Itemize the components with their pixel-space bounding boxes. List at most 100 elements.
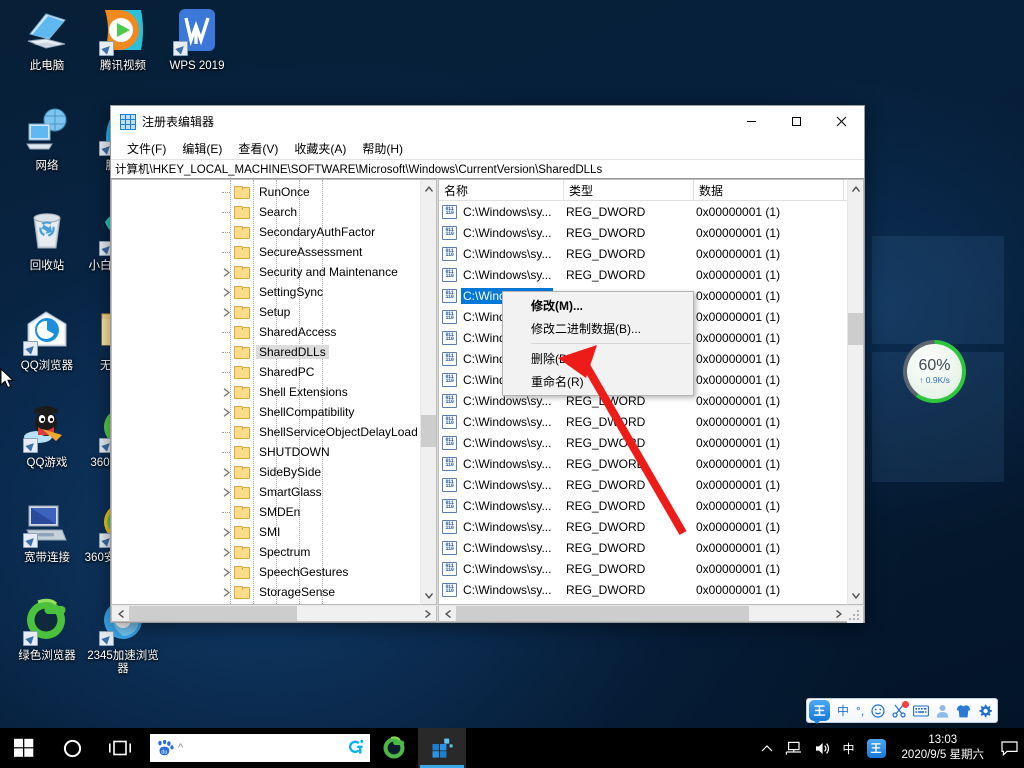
menu-item-4[interactable]: 帮助(H) bbox=[354, 138, 411, 159]
tree-item[interactable]: SharedPC bbox=[112, 362, 420, 382]
network-tray-icon[interactable] bbox=[779, 741, 808, 756]
emoji-icon[interactable] bbox=[871, 704, 885, 718]
user-icon[interactable] bbox=[936, 704, 949, 718]
list-scroll-right-arrow[interactable] bbox=[830, 606, 847, 621]
menu-item-2[interactable]: 查看(V) bbox=[230, 138, 286, 159]
table-row[interactable]: 011110C:\Windows\sy...REG_DWORD0x0000000… bbox=[439, 537, 847, 558]
minimize-button[interactable] bbox=[729, 106, 774, 137]
list-hscroll-track[interactable] bbox=[456, 606, 830, 621]
desktop-icon-broadband-icon[interactable]: 宽带连接 bbox=[8, 500, 86, 565]
tree-item[interactable]: ShellServiceObjectDelayLoad bbox=[112, 422, 420, 442]
tree-item[interactable]: SMDEn bbox=[112, 502, 420, 522]
chevron-right-icon[interactable] bbox=[220, 406, 232, 418]
tree-item[interactable]: RunOnce bbox=[112, 182, 420, 202]
soft-keyboard-icon[interactable] bbox=[913, 705, 929, 717]
list-horizontal-scrollbar[interactable] bbox=[438, 605, 864, 622]
table-row[interactable]: 011110C:\Windows\sy...REG_DWORD0x0000000… bbox=[439, 516, 847, 537]
network-speed-widget[interactable]: 60% ↑ 0.9K/s bbox=[903, 340, 966, 403]
list-scroll-track[interactable] bbox=[848, 197, 863, 587]
cortana-icon[interactable] bbox=[48, 728, 96, 768]
table-row[interactable]: 011110C:\Windows\sy...REG_DWORD0x0000000… bbox=[439, 579, 847, 600]
chevron-right-icon[interactable] bbox=[220, 586, 232, 598]
search-input[interactable]: du ^ bbox=[150, 734, 370, 762]
green-browser-taskbar-icon[interactable] bbox=[370, 728, 418, 768]
table-row[interactable]: 011110C:\Windows\sy...REG_DWORD0x0000000… bbox=[439, 432, 847, 453]
chinese-mode-icon[interactable]: 中 bbox=[837, 702, 849, 719]
list-vertical-scrollbar[interactable] bbox=[847, 179, 864, 605]
punctuation-icon[interactable]: °, bbox=[856, 704, 864, 718]
baidu-search-icon[interactable] bbox=[347, 739, 364, 758]
desktop-icon-wps-office-icon[interactable]: WPS 2019 bbox=[158, 8, 236, 73]
volume-tray-icon[interactable] bbox=[808, 741, 837, 756]
desktop-icon-computer-icon[interactable]: 此电脑 bbox=[8, 8, 86, 73]
tree-item[interactable]: SecureAssessment bbox=[112, 242, 420, 262]
tree-vertical-scrollbar[interactable] bbox=[420, 179, 437, 605]
table-row[interactable]: 011110C:\Windows\sy...REG_DWORD0x0000000… bbox=[439, 411, 847, 432]
tree-item[interactable]: Search bbox=[112, 202, 420, 222]
column-header-1[interactable]: 类型 bbox=[564, 180, 694, 200]
tree-scroll-thumb[interactable] bbox=[421, 415, 436, 447]
task-view-icon[interactable] bbox=[96, 728, 144, 768]
tree-item[interactable]: SharedDLLs bbox=[112, 342, 420, 362]
wang-ime-tray-icon[interactable]: 王 bbox=[861, 739, 892, 758]
chevron-right-icon[interactable] bbox=[220, 286, 232, 298]
tree-item[interactable]: Setup bbox=[112, 302, 420, 322]
tree-scroll-down-arrow[interactable] bbox=[421, 587, 436, 604]
screenshot-icon[interactable] bbox=[892, 704, 906, 718]
table-row[interactable]: 011110C:\Windows\sy...REG_DWORD0x0000000… bbox=[439, 495, 847, 516]
menu-item-1[interactable]: 编辑(E) bbox=[174, 138, 230, 159]
tree-item[interactable]: SideBySide bbox=[112, 462, 420, 482]
skin-icon[interactable] bbox=[956, 704, 971, 718]
tree-hscroll-thumb[interactable] bbox=[129, 606, 297, 621]
list-scroll-up-arrow[interactable] bbox=[848, 180, 863, 197]
registry-key-tree[interactable]: RunOnceSearchSecondaryAuthFactorSecureAs… bbox=[111, 179, 420, 605]
tree-horizontal-scrollbar[interactable] bbox=[111, 605, 437, 622]
desktop-icon-green-browser-icon[interactable]: 绿色浏览器 bbox=[8, 598, 86, 663]
registry-editor-window[interactable]: 注册表编辑器 文件(F)编辑(E)查看(V)收藏夹(A)帮助(H) 计算机\HK… bbox=[110, 105, 865, 623]
tree-item[interactable]: StorageSense bbox=[112, 582, 420, 602]
desktop-icon-qq-browser-icon[interactable]: QQ浏览器 bbox=[8, 308, 86, 373]
tree-hscroll-track[interactable] bbox=[129, 606, 419, 621]
list-scroll-thumb[interactable] bbox=[848, 313, 863, 345]
tree-item[interactable]: ShellCompatibility bbox=[112, 402, 420, 422]
desktop-icon-qq-game-icon[interactable]: QQ游戏 bbox=[8, 405, 86, 470]
tree-item[interactable]: SHUTDOWN bbox=[112, 442, 420, 462]
maximize-button[interactable] bbox=[774, 106, 819, 137]
table-row[interactable]: 011110C:\Windows\sy...REG_DWORD0x0000000… bbox=[439, 201, 847, 222]
tree-item[interactable]: SecondaryAuthFactor bbox=[112, 222, 420, 242]
value-context-menu[interactable]: 修改(M)...修改二进制数据(B)...删除(D)重命名(R) bbox=[502, 291, 694, 396]
address-bar[interactable]: 计算机\HKEY_LOCAL_MACHINE\SOFTWARE\Microsof… bbox=[111, 159, 864, 179]
search-chevron-icon[interactable]: ^ bbox=[178, 742, 183, 754]
desktop-icon-network-icon[interactable]: 网络 bbox=[8, 108, 86, 173]
tree-item[interactable]: SettingSync bbox=[112, 282, 420, 302]
chevron-right-icon[interactable] bbox=[220, 526, 232, 538]
context-menu-item-3[interactable]: 重命名(R) bbox=[503, 370, 693, 393]
registry-editor-taskbar-icon[interactable] bbox=[418, 728, 466, 768]
action-center-icon[interactable] bbox=[994, 728, 1024, 768]
table-row[interactable]: 011110C:\Windows\sy...REG_DWORD0x0000000… bbox=[439, 474, 847, 495]
table-row[interactable]: 011110C:\Windows\sy...REG_DWORD0x0000000… bbox=[439, 243, 847, 264]
table-row[interactable]: 011110C:\Windows\sy...REG_DWORD0x0000000… bbox=[439, 222, 847, 243]
chevron-right-icon[interactable] bbox=[220, 486, 232, 498]
chevron-right-icon[interactable] bbox=[220, 546, 232, 558]
show-hidden-icons-chevron[interactable] bbox=[755, 744, 779, 753]
desktop-icon-recycle-bin-icon[interactable]: 回收站 bbox=[8, 208, 86, 273]
chevron-right-icon[interactable] bbox=[220, 386, 232, 398]
settings-gear-icon[interactable] bbox=[978, 704, 992, 718]
list-scroll-down-arrow[interactable] bbox=[848, 587, 863, 604]
column-header-2[interactable]: 数据 bbox=[694, 180, 844, 200]
tree-item[interactable]: Spectrum bbox=[112, 542, 420, 562]
list-hscroll-thumb[interactable] bbox=[456, 606, 749, 621]
tree-item[interactable]: SmartGlass bbox=[112, 482, 420, 502]
ime-logo-icon[interactable]: 王 bbox=[809, 700, 830, 721]
menu-item-3[interactable]: 收藏夹(A) bbox=[286, 138, 354, 159]
tree-item[interactable]: SpeechGestures bbox=[112, 562, 420, 582]
tree-scroll-track[interactable] bbox=[421, 197, 436, 587]
chevron-right-icon[interactable] bbox=[220, 306, 232, 318]
chevron-right-icon[interactable] bbox=[220, 566, 232, 578]
table-row[interactable]: 011110C:\Windows\sy...REG_DWORD0x0000000… bbox=[439, 264, 847, 285]
list-scroll-left-arrow[interactable] bbox=[439, 606, 456, 621]
context-menu-item-0[interactable]: 修改(M)... bbox=[503, 294, 693, 317]
window-titlebar[interactable]: 注册表编辑器 bbox=[111, 106, 864, 137]
tree-scroll-right-arrow[interactable] bbox=[419, 606, 436, 621]
